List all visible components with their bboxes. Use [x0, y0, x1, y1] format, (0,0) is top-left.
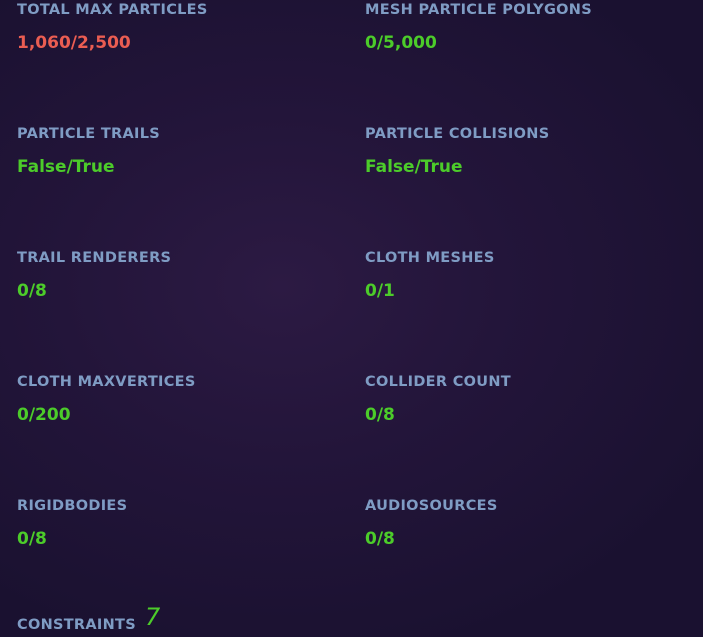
constraints-value: 7 — [145, 603, 161, 631]
stat-particle-trails: PARTICLE TRAILS False/True — [17, 125, 160, 177]
stat-audiosources: AUDIOSOURCES 0/8 — [365, 497, 498, 549]
stat-value: False/True — [17, 157, 115, 177]
stat-value: 0/8 — [365, 405, 395, 425]
stat-label: TOTAL MAX PARTICLES — [17, 2, 208, 18]
stat-value: 0/8 — [365, 529, 395, 549]
stat-label: PARTICLE TRAILS — [17, 126, 161, 142]
stat-label: AUDIOSOURCES — [365, 498, 498, 514]
stat-particle-collisions: PARTICLE COLLISIONS False/True — [365, 125, 549, 177]
stat-value: False/True — [365, 157, 463, 177]
stat-value: 0/1 — [365, 281, 395, 301]
stat-value: 0/8 — [17, 281, 47, 301]
constraints-label: CONSTRAINTS — [17, 617, 136, 633]
performance-stats-panel: TOTAL MAX PARTICLES 1,060/2,500 MESH PAR… — [0, 0, 703, 637]
stat-cloth-maxvertices: CLOTH MAXVERTICES 0/200 — [17, 373, 196, 425]
stat-value: 1,060/2,500 — [17, 33, 131, 53]
stat-label: CLOTH MESHES — [365, 250, 495, 266]
stat-label: TRAIL RENDERERS — [17, 250, 172, 266]
stat-label: MESH PARTICLE POLYGONS — [365, 2, 592, 18]
stat-trail-renderers: TRAIL RENDERERS 0/8 — [17, 249, 171, 301]
stat-value: 0/200 — [17, 405, 71, 425]
stat-constraints: CONSTRAINTS 7 — [17, 605, 160, 634]
stat-cloth-meshes: CLOTH MESHES 0/1 — [365, 249, 495, 301]
stat-collider-count: COLLIDER COUNT 0/8 — [365, 373, 511, 425]
stat-rigidbodies: RIGIDBODIES 0/8 — [17, 497, 127, 549]
stat-mesh-particle-polygons: MESH PARTICLE POLYGONS 0/5,000 — [365, 1, 592, 53]
stat-total-max-particles: TOTAL MAX PARTICLES 1,060/2,500 — [17, 1, 208, 53]
stat-value: 0/8 — [17, 529, 47, 549]
stat-label: PARTICLE COLLISIONS — [365, 126, 550, 142]
stat-label: CLOTH MAXVERTICES — [17, 374, 196, 390]
stat-value: 0/5,000 — [365, 33, 437, 53]
stat-label: RIGIDBODIES — [17, 498, 128, 514]
stat-label: COLLIDER COUNT — [365, 374, 511, 390]
